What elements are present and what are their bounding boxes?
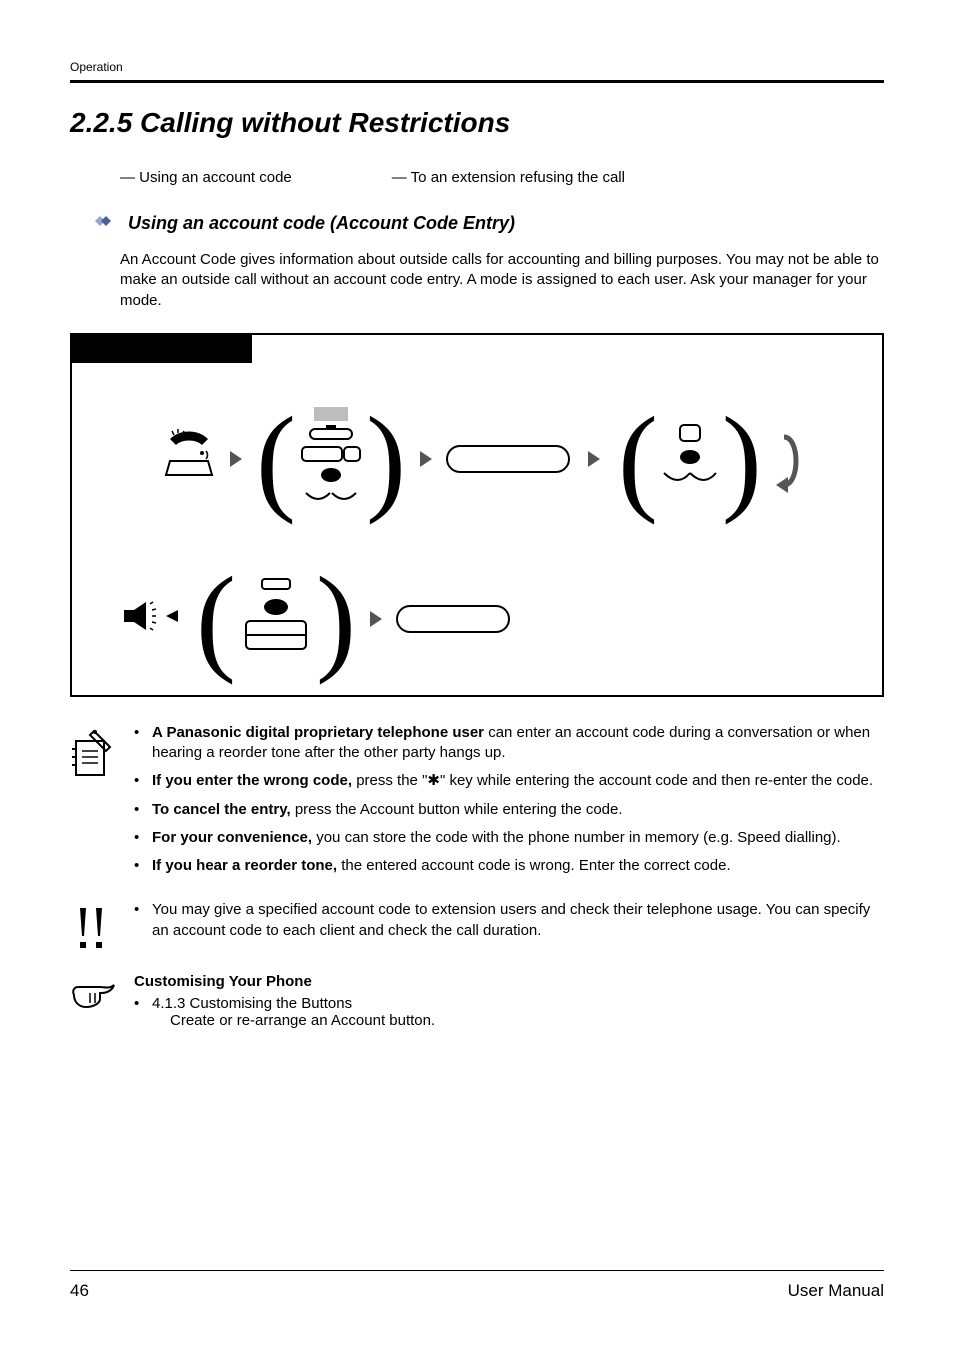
link-to-extension-refusing: — To an extension refusing the call [392,169,625,186]
left-paren: ( [618,405,658,513]
intro-paragraph: An Account Code gives information about … [120,250,884,311]
header-rule [70,80,884,83]
right-paren: ) [722,405,762,513]
handset-icon [162,429,216,488]
running-head: Operation [70,60,884,74]
diamond-bullet-icon [88,212,116,235]
left-paren: ( [256,405,296,513]
arrow-icon [420,451,432,467]
right-paren: ) [316,565,356,673]
arrow-icon [230,451,242,467]
note-item: If you hear a reorder tone, the entered … [134,856,884,876]
note-item: 4.1.3 Customising the Buttons Create or … [134,994,884,1031]
phone-panel-group [296,405,366,513]
footer-label: User Manual [788,1281,884,1301]
note-item: For your convenience, you can store the … [134,828,884,848]
page-number: 46 [70,1281,89,1301]
subsection-links: — Using an account code — To an extensio… [70,169,884,186]
procedure-diagram: ( ) ( [70,333,884,697]
pointing-hand-icon [70,973,116,1039]
left-paren: ( [196,565,236,673]
arrow-icon [370,611,382,627]
link-using-account-code: — Using an account code [120,169,292,186]
diagram-label-bar [72,335,252,363]
right-paren: ) [366,405,406,513]
customising-heading: Customising Your Phone [134,973,884,990]
phone-panel-icon [658,421,722,496]
phone-panel-icon [236,577,316,660]
entry-slot [396,605,510,633]
note-item: If you enter the wrong code, press the "… [134,771,884,791]
note-list-2: You may give a specified account code to… [134,900,884,957]
note-item: To cancel the entry, press the Account b… [134,800,884,820]
note-item: You may give a specified account code to… [134,900,884,941]
entry-slot [446,445,570,473]
speaker-tone-icon [122,596,182,641]
arrow-icon [588,451,600,467]
note-list-1: A Panasonic digital proprietary telephon… [134,723,884,885]
return-arrow-icon [774,429,804,489]
section-title: 2.2.5 Calling without Restrictions [70,107,884,139]
footer-rule [70,1270,884,1271]
star-key-icon: ✱ [427,773,440,789]
subsection-heading: Using an account code (Account Code Entr… [128,213,515,234]
note-list-3: 4.1.3 Customising the Buttons Create or … [134,994,884,1031]
note-item: A Panasonic digital proprietary telephon… [134,723,884,764]
important-icon [70,900,116,957]
notes-icon [70,723,116,885]
